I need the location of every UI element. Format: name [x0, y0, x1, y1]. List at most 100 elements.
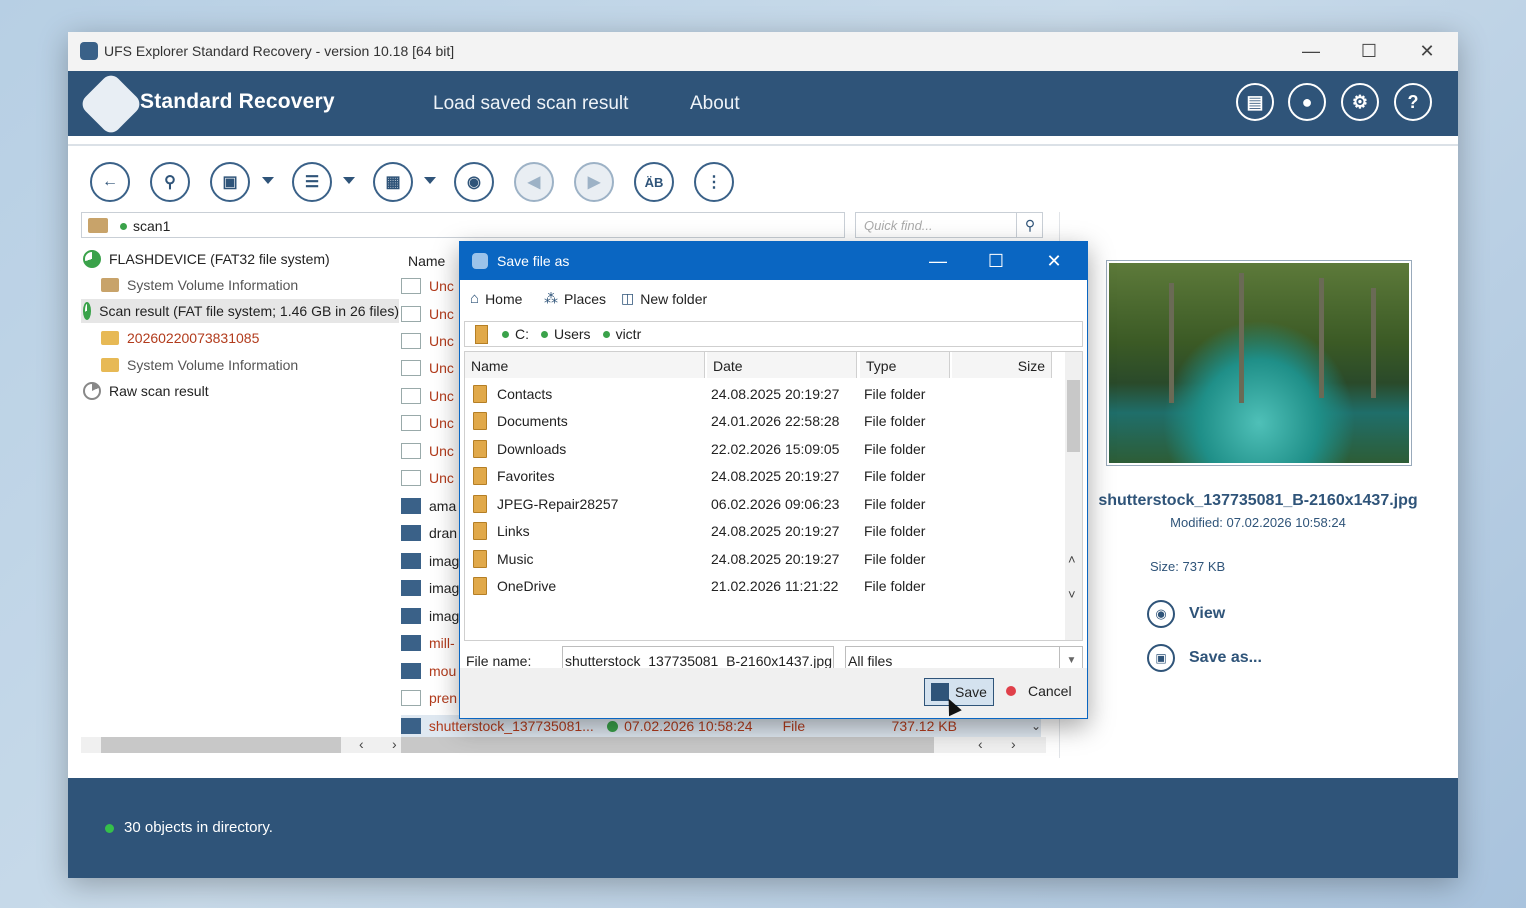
window-title: UFS Explorer Standard Recovery - version…	[104, 43, 455, 59]
save-button[interactable]: Save	[924, 678, 994, 706]
minimize-button[interactable]: —	[1282, 32, 1340, 71]
path-dot	[502, 330, 509, 338]
column-size[interactable]: Size	[952, 352, 1052, 378]
tree-horizontal-scrollbar[interactable]: ‹ ›	[81, 736, 401, 753]
column-name[interactable]: Name	[465, 352, 705, 378]
list-item[interactable]: Unc	[401, 440, 454, 462]
nav-load-saved-scan[interactable]: Load saved scan result	[433, 93, 628, 115]
file-icon	[401, 388, 421, 404]
cancel-button[interactable]: Cancel	[1006, 683, 1072, 699]
tree-item-20260220073831085[interactable]: 20260220073831085	[101, 326, 259, 350]
file-row-jpeg-repair[interactable]: JPEG-Repair28257 06.02.2026 09:06:23 File …	[465, 490, 1061, 517]
column-name[interactable]: Name	[408, 253, 445, 269]
file-row-onedrive[interactable]: OneDrive 21.02.2026 11:21:22 File folder	[465, 572, 1061, 599]
scroll-down-icon[interactable]: ˅	[1068, 587, 1076, 602]
chevron-down-icon[interactable]: ⌄	[1031, 719, 1041, 733]
new-folder-button[interactable]: ◫ New folder	[621, 290, 707, 307]
tree-item-system-volume[interactable]: System Volume Information	[101, 273, 298, 297]
file-row-links[interactable]: Links 24.08.2025 20:19:27 File folder	[465, 517, 1061, 544]
search-icon[interactable]: ⚲	[150, 162, 190, 202]
list-view-icon[interactable]: ☰	[292, 162, 332, 202]
scroll-left-icon[interactable]: ‹	[359, 736, 364, 752]
path-segment[interactable]: Users	[554, 326, 591, 342]
list-item-name: imag	[429, 580, 460, 596]
list-item[interactable]: Unc	[401, 412, 454, 434]
list-item[interactable]: Unc	[401, 330, 454, 352]
maximize-button[interactable]: ☐	[1340, 32, 1398, 71]
nav-about[interactable]: About	[690, 93, 740, 115]
list-item[interactable]: dran	[401, 522, 457, 544]
column-type[interactable]: Type	[860, 352, 950, 378]
scroll-left-icon[interactable]: ‹	[978, 736, 983, 752]
log-icon[interactable]: ▤	[1236, 83, 1274, 121]
dialog-maximize-button[interactable]: ☐	[967, 242, 1025, 280]
path-segment[interactable]: scan1	[133, 218, 170, 234]
list-item[interactable]: Unc	[401, 385, 454, 407]
scroll-right-icon[interactable]: ›	[1011, 736, 1016, 752]
scroll-thumb[interactable]	[1067, 380, 1080, 452]
tree-item-system-volume-2[interactable]: System Volume Information	[101, 353, 298, 377]
column-date[interactable]: Date	[707, 352, 857, 378]
view-button[interactable]: ◉ View	[1147, 600, 1225, 628]
places-button[interactable]: ⁂ Places	[544, 290, 606, 307]
file-name: JPEG-Repair28257	[497, 495, 619, 512]
grid-dropdown-icon[interactable]	[424, 177, 436, 184]
dialog-close-button[interactable]: ✕	[1025, 242, 1083, 280]
file-row-favorites[interactable]: Favorites 24.08.2025 20:19:27 File folder	[465, 462, 1061, 489]
binoculars-icon[interactable]: ◉	[454, 162, 494, 202]
scroll-right-icon[interactable]: ›	[392, 736, 397, 752]
dialog-vertical-scrollbar[interactable]: ˄ ˅	[1065, 352, 1082, 640]
rename-icon[interactable]: ÄB	[634, 162, 674, 202]
list-item[interactable]: Unc	[401, 357, 454, 379]
tree-item-scan-result[interactable]: Scan result (FAT file system; 1.46 GB in…	[81, 299, 399, 323]
path-bar[interactable]: scan1	[81, 212, 845, 238]
next-icon[interactable]: ▶	[574, 162, 614, 202]
save-as-button[interactable]: ▣ Save as...	[1147, 644, 1262, 672]
dialog-minimize-button[interactable]: —	[909, 242, 967, 280]
settings-gear-icon[interactable]: ⚙	[1341, 83, 1379, 121]
help-icon[interactable]: ?	[1394, 83, 1432, 121]
grid-view-icon[interactable]: ▦	[373, 162, 413, 202]
home-button[interactable]: ⌂ Home	[470, 290, 522, 307]
quick-find-search-icon[interactable]: ⚲	[1016, 213, 1043, 237]
previous-icon[interactable]: ◀	[514, 162, 554, 202]
cancel-label: Cancel	[1028, 683, 1072, 699]
tree-item-flashdevice[interactable]: FLASHDEVICE (FAT32 file system)	[83, 247, 330, 271]
save-dropdown-icon[interactable]	[262, 177, 274, 184]
user-icon[interactable]: ●	[1288, 83, 1326, 121]
list-item[interactable]: imag	[401, 577, 459, 599]
file-row-downloads[interactable]: Downloads 22.02.2026 15:09:05 File folder	[465, 435, 1061, 462]
list-item-name: Unc	[429, 443, 454, 459]
scroll-thumb[interactable]	[101, 737, 341, 753]
list-item[interactable]: Unc	[401, 303, 454, 325]
preview-size: Size: 737 KB	[1150, 559, 1226, 574]
brand-logo-icon	[78, 71, 144, 137]
scroll-up-icon[interactable]: ˄	[1068, 552, 1076, 567]
list-item[interactable]: ama	[401, 495, 456, 517]
path-segment[interactable]: C:	[515, 326, 529, 342]
file-date: 24.08.2025 20:19:27	[711, 522, 840, 539]
list-item[interactable]: mill-	[401, 632, 455, 654]
list-item[interactable]: pren	[401, 687, 457, 709]
list-item[interactable]: imag	[401, 605, 459, 627]
info-icon[interactable]: ⋮	[694, 162, 734, 202]
file-date: 24.08.2025 20:19:27	[711, 385, 840, 402]
tree-item-raw-scan[interactable]: Raw scan result	[83, 379, 209, 403]
file-row-music[interactable]: Music 24.08.2025 20:19:27 File folder	[465, 545, 1061, 572]
list-dropdown-icon[interactable]	[343, 177, 355, 184]
image-icon	[401, 635, 421, 651]
list-item[interactable]: mou	[401, 660, 456, 682]
back-icon[interactable]: ←	[90, 162, 130, 202]
path-segment[interactable]: victr	[616, 326, 642, 342]
file-row-documents[interactable]: Documents 24.01.2026 22:58:28 File folder	[465, 407, 1061, 434]
list-horizontal-scrollbar[interactable]: ‹ ›	[401, 736, 1046, 753]
list-item[interactable]: Unc	[401, 467, 454, 489]
dialog-path-bar[interactable]: C: Users victr	[464, 321, 1083, 347]
close-button[interactable]: ✕	[1398, 32, 1456, 71]
list-item[interactable]: Unc	[401, 275, 454, 297]
file-row-contacts[interactable]: Contacts 24.08.2025 20:19:27 File folder	[465, 380, 1061, 407]
scroll-thumb[interactable]	[401, 737, 934, 753]
list-item[interactable]: imag	[401, 550, 459, 572]
save-icon[interactable]: ▣	[210, 162, 250, 202]
quick-find-input[interactable]: Quick find...	[855, 212, 1043, 238]
